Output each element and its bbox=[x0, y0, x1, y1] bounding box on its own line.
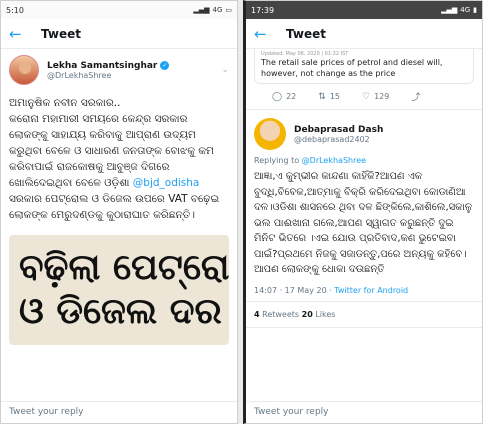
tweet-author: Debaprasad Dash @debaprasad2402 bbox=[246, 110, 482, 154]
like-total: 20 bbox=[301, 309, 313, 319]
heart-icon: ♡ bbox=[362, 91, 371, 102]
engagement-counts[interactable]: 4 Retweets 20 Likes bbox=[246, 302, 482, 328]
app-bar: ← Tweet bbox=[246, 19, 482, 49]
like-count: 129 bbox=[374, 92, 390, 101]
tweet-text: ଆଜ୍ଞା,ଏ କୁମ୍ଭୀର କାନ୍ଦଣା କାହିଁକି?ଆପଣ ଏକ ବ… bbox=[254, 171, 473, 275]
page-title: Tweet bbox=[286, 26, 326, 41]
page-title: Tweet bbox=[41, 26, 81, 41]
retweet-label: Retweets bbox=[259, 309, 302, 319]
like-label: Likes bbox=[312, 309, 336, 319]
reply-icon: ◯ bbox=[272, 91, 283, 102]
author-name[interactable]: Debaprasad Dash bbox=[294, 125, 474, 135]
battery-icon: ▭ bbox=[225, 6, 232, 14]
mention-link[interactable]: @DrLekhaShree bbox=[302, 156, 366, 165]
app-bar: ← Tweet bbox=[1, 19, 237, 49]
reply-action[interactable]: ◯ 22 bbox=[272, 90, 296, 103]
right-screenshot: 17:39 ▂▄▆ 4G ▮ ← Tweet Updated: May 06, … bbox=[243, 0, 483, 424]
tweet-author: Lekha Samantsinghar ✓ @DrLekhaShree ⌄ bbox=[1, 49, 237, 91]
reply-input[interactable]: Tweet your reply bbox=[246, 401, 482, 423]
back-arrow-icon[interactable]: ← bbox=[9, 25, 31, 43]
source-link[interactable]: Twitter for Android bbox=[334, 286, 408, 295]
status-time: 5:10 bbox=[6, 5, 24, 15]
status-time: 17:39 bbox=[251, 5, 275, 15]
battery-icon: ▮ bbox=[473, 6, 477, 14]
tweet-image[interactable]: ବଢ଼ିଲା ପେଟ୍ରୋଲ ଓ ଡିଜେଲ ଦର bbox=[9, 235, 229, 345]
share-icon: ⤴ bbox=[411, 93, 421, 103]
status-bar: 5:10 ▂▄▆ 4G ▭ bbox=[1, 1, 237, 19]
tweet-meta: 14:07 · 17 May 20 · Twitter for Android bbox=[246, 280, 482, 302]
mention-link[interactable]: @bjd_odisha bbox=[133, 177, 200, 189]
replying-to: Replying to @DrLekhaShree bbox=[246, 154, 482, 167]
share-action[interactable]: ⤴ bbox=[411, 90, 420, 103]
left-screenshot: 5:10 ▂▄▆ 4G ▭ ← Tweet Lekha Samantsingha… bbox=[0, 0, 238, 424]
avatar[interactable] bbox=[254, 118, 286, 150]
retweet-icon: ⇅ bbox=[318, 91, 326, 102]
reply-count: 22 bbox=[286, 92, 297, 101]
back-arrow-icon[interactable]: ← bbox=[254, 25, 276, 43]
chevron-down-icon[interactable]: ⌄ bbox=[221, 65, 229, 75]
image-headline: ଓ ଡିଜେଲ ଦର bbox=[19, 291, 222, 332]
tweet-line: ସରକାର ପେଟ୍ରୋଲ ଓ ଡିଜେଲ ଉପରେ VAT ବଢ଼େଇ ଲୋକ… bbox=[9, 193, 220, 221]
signal-icon: ▂▄▆ bbox=[441, 6, 458, 14]
quoted-card[interactable]: Updated: May 06, 2020 | 01:32 IST The re… bbox=[254, 49, 474, 84]
verified-icon: ✓ bbox=[160, 61, 170, 70]
network-label: 4G bbox=[212, 6, 223, 14]
network-label: 4G bbox=[460, 6, 471, 14]
retweet-action[interactable]: ⇅ 15 bbox=[318, 90, 340, 103]
signal-icon: ▂▄▆ bbox=[193, 6, 210, 14]
author-handle[interactable]: @DrLekhaShree bbox=[47, 71, 221, 80]
author-name[interactable]: Lekha Samantsinghar bbox=[47, 61, 157, 71]
like-action[interactable]: ♡ 129 bbox=[362, 90, 389, 103]
tweet-actions: ◯ 22 ⇅ 15 ♡ 129 ⤴ bbox=[246, 84, 482, 110]
reply-input[interactable]: Tweet your reply bbox=[1, 401, 237, 423]
image-headline: ବଢ଼ିଲା ପେଟ୍ରୋଲ bbox=[19, 247, 229, 288]
retweet-count: 15 bbox=[329, 92, 340, 101]
tweet-timestamp: 14:07 · 17 May 20 · bbox=[254, 285, 335, 295]
avatar[interactable] bbox=[9, 55, 39, 85]
status-bar: 17:39 ▂▄▆ 4G ▮ bbox=[246, 1, 482, 19]
replying-prefix: Replying to bbox=[254, 156, 302, 165]
tweet-line: ଅମାନୁଷିକ ନବୀନ ସରକାର.. bbox=[9, 97, 121, 109]
tweet-text: ଅମାନୁଷିକ ନବୀନ ସରକାର.. କରୋନା ମହାମାରୀ ସମୟର… bbox=[1, 91, 237, 227]
author-handle[interactable]: @debaprasad2402 bbox=[294, 135, 474, 144]
quoted-text: The retail sale prices of petrol and die… bbox=[261, 58, 443, 78]
